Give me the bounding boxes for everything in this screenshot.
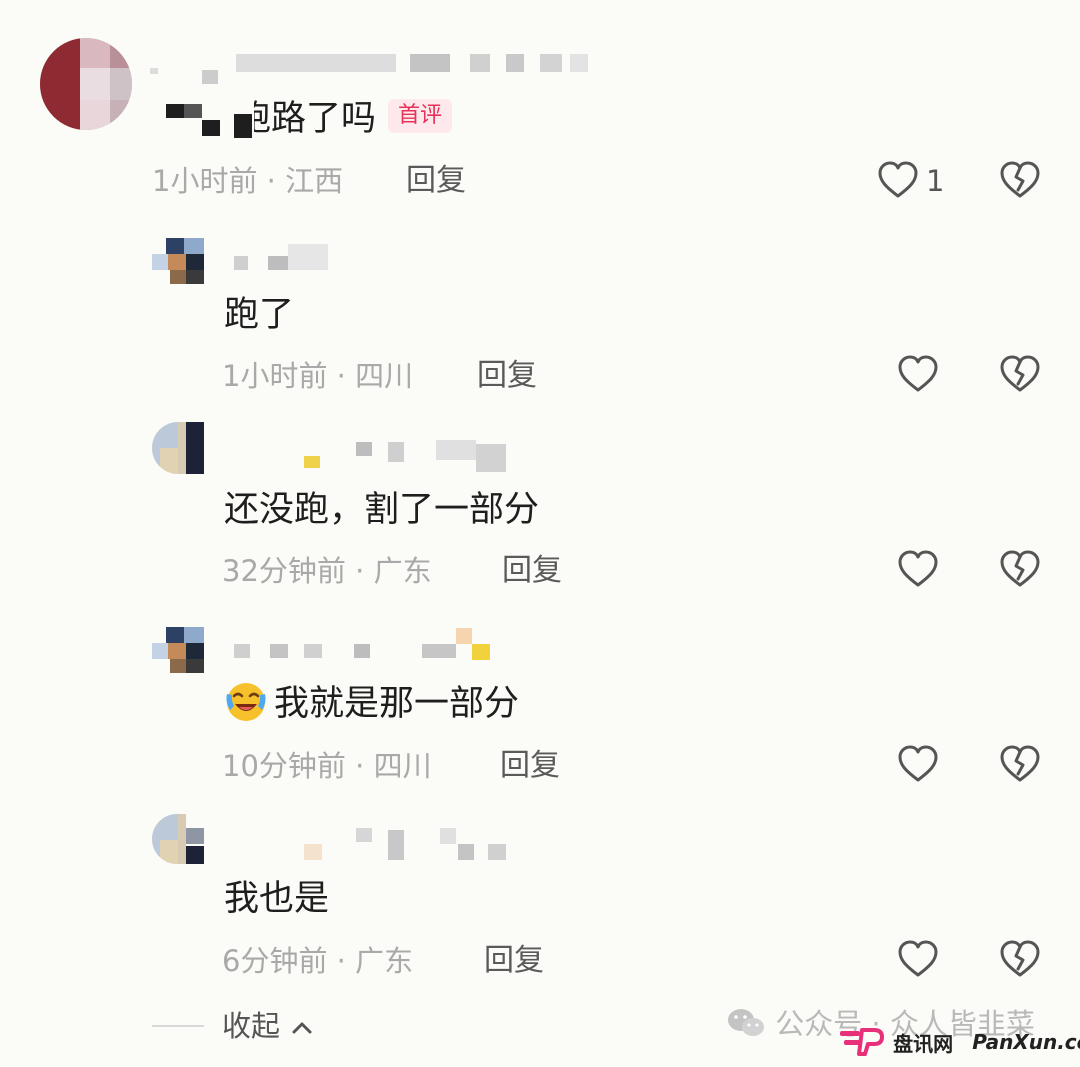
like-button[interactable] (896, 549, 940, 589)
wechat-icon (728, 1009, 764, 1036)
comment-location: 广东 (355, 944, 414, 978)
comment-time: 6分钟前 (222, 944, 328, 978)
dislike-button[interactable] (998, 160, 1042, 200)
comment-location: 江西 (285, 164, 344, 198)
username-redacted[interactable] (234, 628, 494, 660)
heart-outline-icon (878, 161, 918, 198)
comment-time: 32分钟前 (222, 554, 346, 588)
like-button[interactable] (896, 939, 940, 979)
avatar[interactable] (152, 422, 204, 474)
avatar[interactable] (40, 38, 132, 130)
reply-button[interactable]: 回复 (406, 163, 466, 199)
avatar[interactable] (152, 627, 204, 673)
like-count: 1 (926, 164, 945, 198)
like-button[interactable] (876, 160, 920, 200)
meta-separator: · (266, 164, 276, 198)
comment-time: 1小时前 (152, 164, 258, 198)
avatar-mosaic (152, 422, 204, 474)
comment-text: 跑路了吗 首评 (236, 97, 453, 141)
meta-separator: · (336, 944, 346, 978)
broken-heart-icon (1000, 745, 1040, 782)
comment-text: 我也是 (224, 879, 330, 919)
heart-outline-icon (898, 940, 938, 977)
username-redacted[interactable] (150, 52, 590, 84)
avatar[interactable] (152, 238, 204, 284)
heart-outline-icon (898, 745, 938, 782)
avatar[interactable] (152, 814, 204, 864)
comment-meta: 1小时前 · 江西 (152, 163, 343, 199)
site-name-en: PanXun.cc (972, 1030, 1080, 1054)
dislike-button[interactable] (998, 354, 1042, 394)
like-button[interactable] (896, 744, 940, 784)
broken-heart-icon (1000, 940, 1040, 977)
comment-text: 跑了 (224, 295, 295, 335)
collapse-divider (152, 1025, 204, 1027)
laughing-crying-emoji (226, 683, 266, 721)
meta-separator: · (336, 359, 346, 393)
comment-location: 四川 (355, 359, 414, 393)
meta-separator: · (355, 749, 365, 783)
reply-button[interactable]: 回复 (502, 553, 562, 589)
heart-outline-icon (898, 550, 938, 587)
avatar-mosaic (40, 38, 132, 130)
comment-text: 还没跑，割了一部分 (224, 490, 540, 530)
broken-heart-icon (1000, 161, 1040, 198)
collapse-label: 收起 (222, 1009, 281, 1043)
broken-heart-icon (1000, 550, 1040, 587)
reply-button[interactable]: 回复 (477, 358, 537, 394)
comment-text-content: 跑路了吗 (236, 99, 377, 139)
comment-text-content: 我就是那一部分 (274, 684, 520, 724)
meta-separator: · (355, 554, 365, 588)
avatar-mosaic (152, 627, 204, 673)
broken-heart-icon (1000, 355, 1040, 392)
username-redacted[interactable] (234, 240, 334, 270)
comment-meta: 10分钟前 · 四川 (222, 748, 432, 784)
comment-location: 广东 (373, 554, 432, 588)
comment-meta: 1小时前 · 四川 (222, 358, 413, 394)
chevron-up-icon (292, 1022, 312, 1034)
collapse-button[interactable]: 收起 (222, 1008, 313, 1044)
avatar-mosaic (152, 238, 204, 284)
like-button[interactable] (896, 354, 940, 394)
dislike-button[interactable] (998, 939, 1042, 979)
dislike-button[interactable] (998, 744, 1042, 784)
site-logo-icon (840, 1028, 884, 1056)
site-watermark: 盘讯网 PanXun.cc (838, 1026, 1080, 1062)
dislike-button[interactable] (998, 549, 1042, 589)
comment-meta: 6分钟前 · 广东 (222, 943, 413, 979)
username-redacted[interactable] (300, 440, 510, 472)
reply-button[interactable]: 回复 (484, 943, 544, 979)
comment-location: 四川 (373, 749, 432, 783)
comment-time: 1小时前 (222, 359, 328, 393)
site-name-cn: 盘讯网 (893, 1031, 954, 1056)
comment-meta: 32分钟前 · 广东 (222, 553, 432, 589)
first-comment-badge: 首评 (388, 99, 453, 133)
username-redacted[interactable] (300, 828, 510, 860)
avatar-mosaic (152, 814, 204, 864)
comment-text: 我就是那一部分 (224, 682, 519, 727)
comment-time: 10分钟前 (222, 749, 346, 783)
reply-button[interactable]: 回复 (500, 748, 560, 784)
heart-outline-icon (898, 355, 938, 392)
